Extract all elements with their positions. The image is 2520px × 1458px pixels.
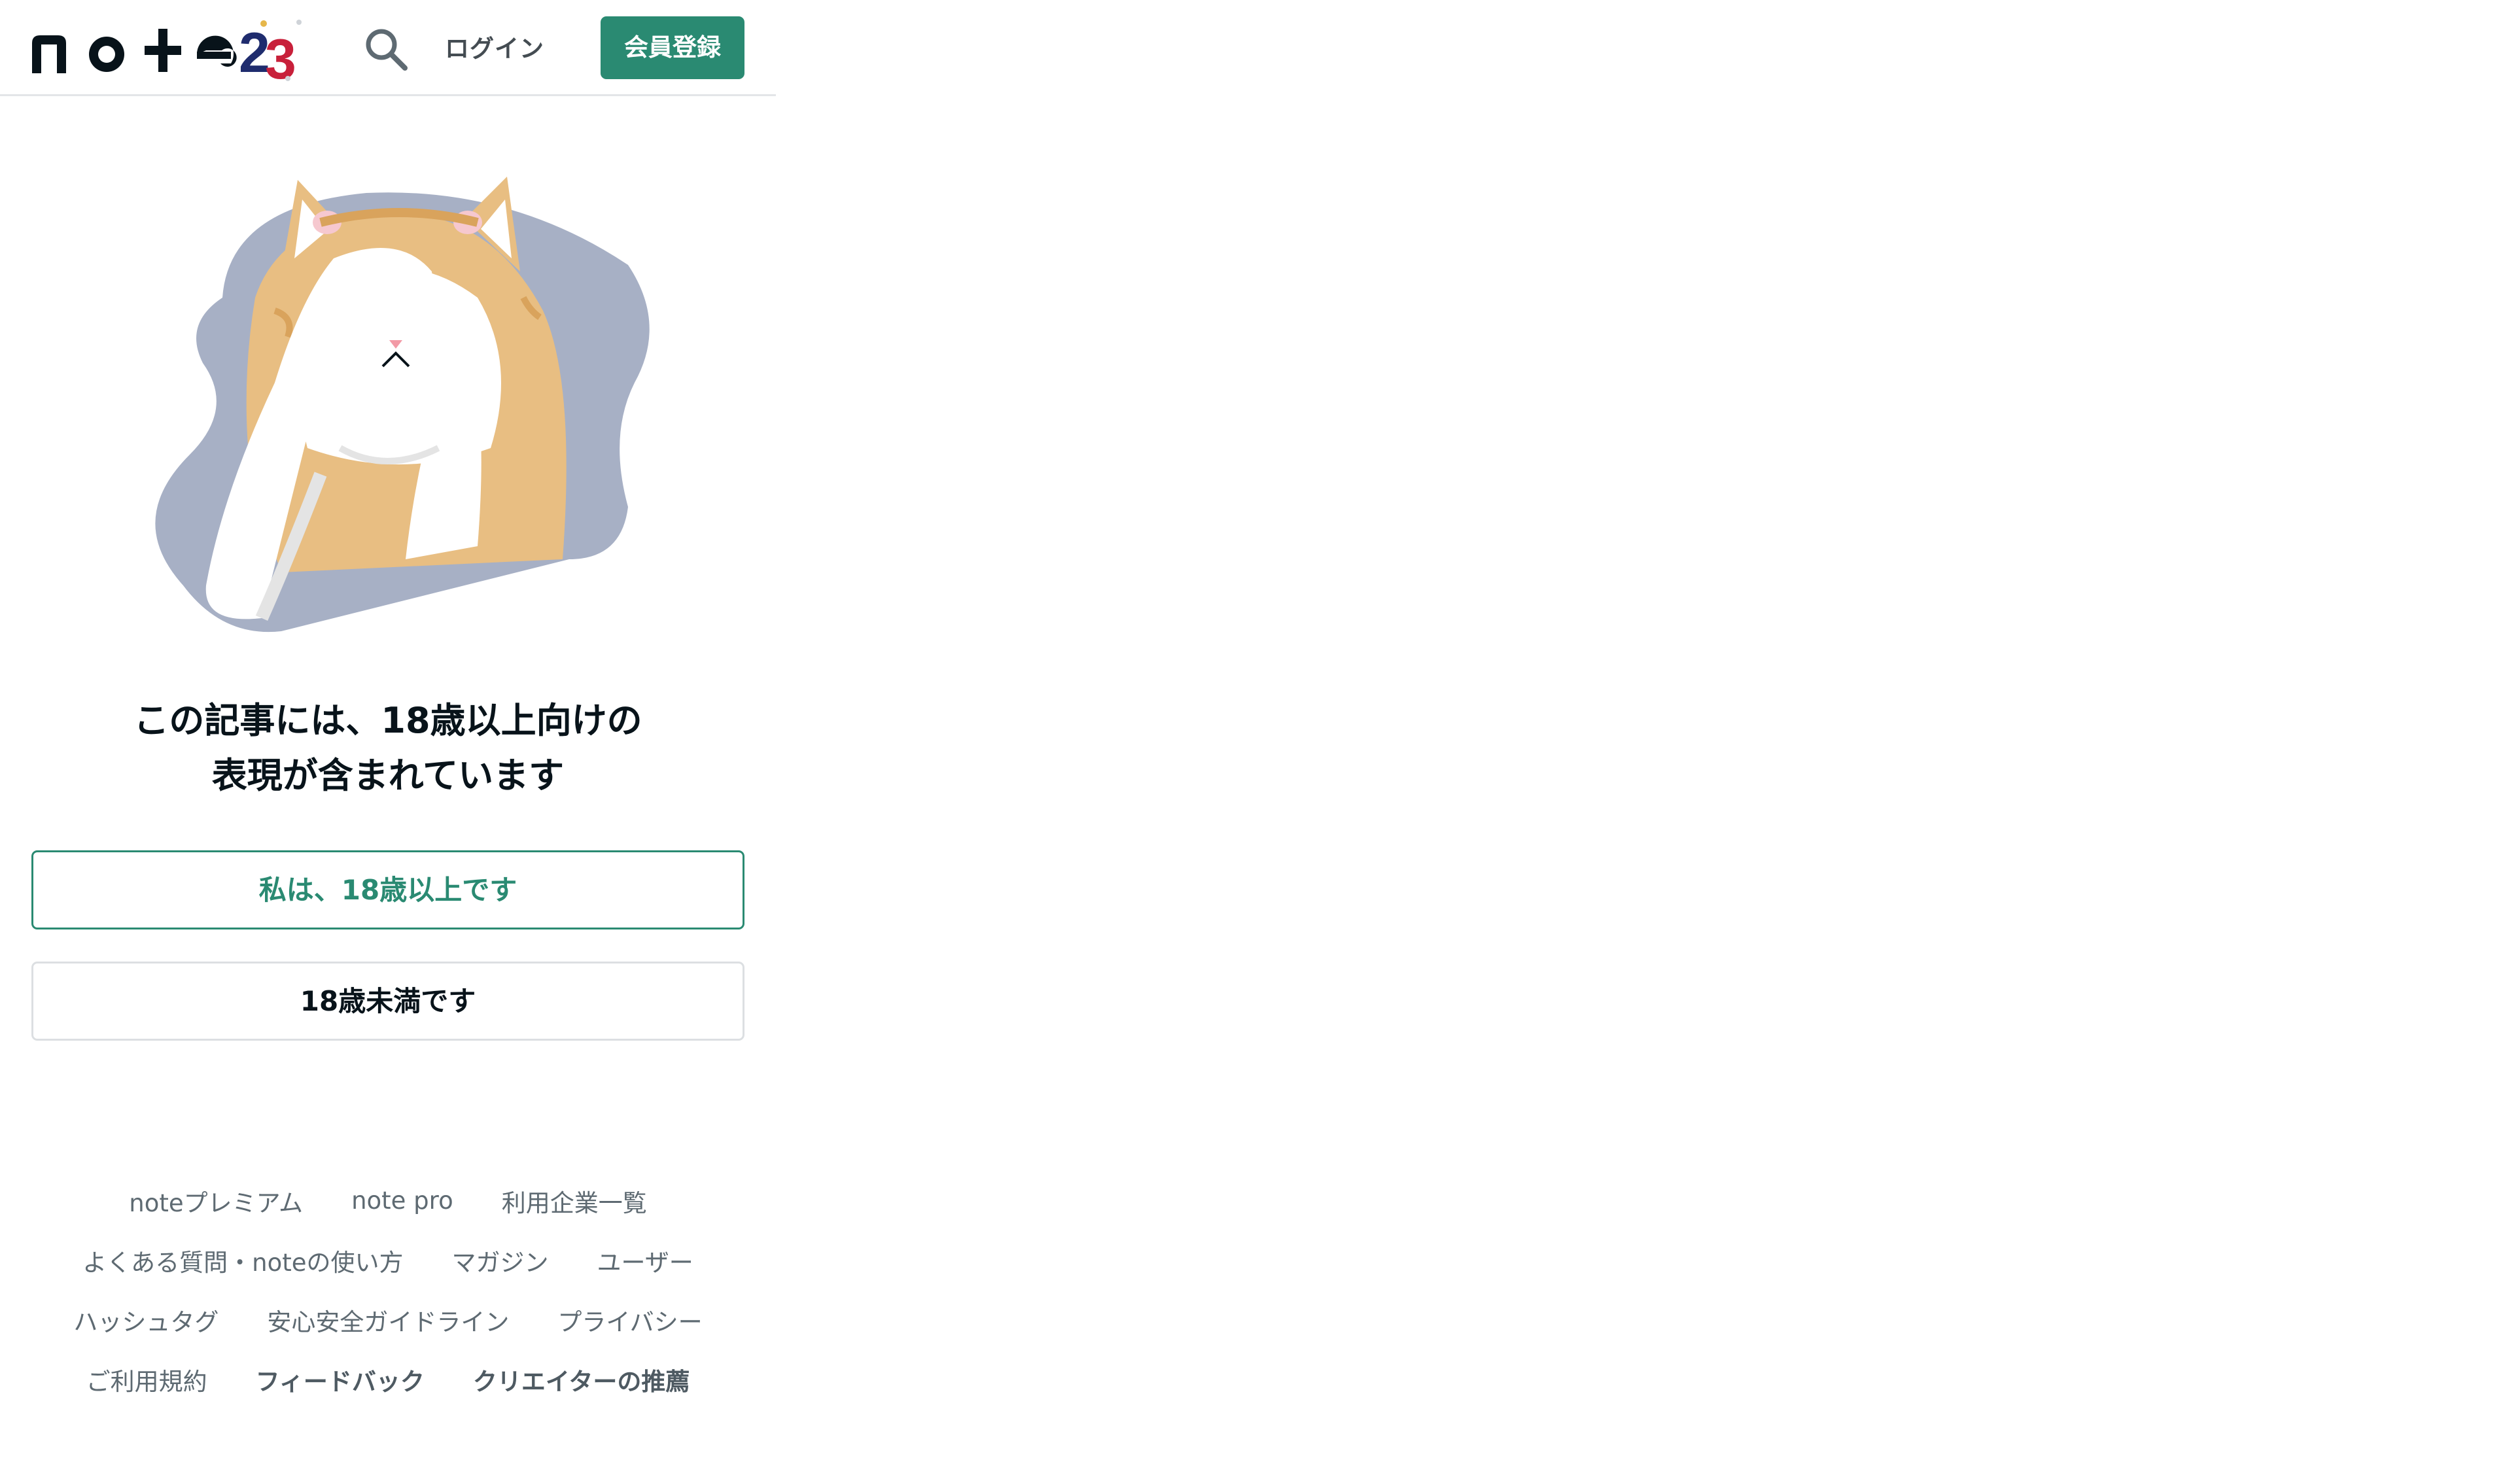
footer-link-feedback[interactable]: フィードバック	[256, 1362, 425, 1397]
footer-link-privacy[interactable]: プライバシー	[557, 1302, 702, 1338]
under-18-button[interactable]: 18歳未満です	[31, 962, 744, 1041]
footer-link-terms[interactable]: ご利用規約	[86, 1362, 207, 1397]
footer-link-safety-guidelines[interactable]: 安心安全ガイドライン	[267, 1302, 509, 1338]
footer-link-faq[interactable]: よくある質問・noteの使い方	[82, 1243, 403, 1278]
footer-link-magazine[interactable]: マガジン	[452, 1243, 549, 1278]
confirm-adult-button[interactable]: 私は、18歳以上です	[31, 850, 744, 929]
signup-button[interactable]: 会員登録	[601, 16, 744, 79]
footer-link-companies[interactable]: 利用企業一覧	[502, 1183, 647, 1219]
search-icon[interactable]	[363, 26, 409, 72]
note-logo-icon[interactable]: 2 3	[29, 16, 311, 81]
cat-covering-eyes-illustration	[155, 177, 650, 633]
footer-link-users[interactable]: ユーザー	[597, 1243, 693, 1278]
footer-row: ハッシュタグ 安心安全ガイドライン プライバシー	[0, 1290, 776, 1349]
login-link[interactable]: ログイン	[445, 26, 544, 72]
footer-row: noteプレミアム note pro 利用企業一覧	[0, 1171, 776, 1230]
age-warning-message: この記事には、18歳以上向けの 表現が含まれています	[0, 693, 776, 803]
warning-line-1: この記事には、18歳以上向けの	[133, 700, 642, 741]
warning-line-2: 表現が含まれています	[211, 755, 565, 796]
footer-link-creator-recommend[interactable]: クリエイターの推薦	[473, 1362, 690, 1397]
footer-link-hashtag[interactable]: ハッシュタグ	[73, 1302, 219, 1338]
footer-links: noteプレミアム note pro 利用企業一覧 よくある質問・noteの使い…	[0, 1171, 776, 1409]
svg-text:3: 3	[265, 28, 296, 81]
header: 2 3 ログイン 会員登録	[0, 0, 776, 96]
footer-link-note-pro[interactable]: note pro	[351, 1187, 453, 1215]
footer-link-premium[interactable]: noteプレミアム	[129, 1183, 303, 1219]
footer-row: ご利用規約 フィードバック クリエイターの推薦	[0, 1349, 776, 1409]
age-gate-page: 2 3 ログイン 会員登録 この記事には、18歳以上向けの 表現が含まれています…	[0, 0, 776, 1458]
footer-row: よくある質問・noteの使い方 マガジン ユーザー	[0, 1230, 776, 1290]
